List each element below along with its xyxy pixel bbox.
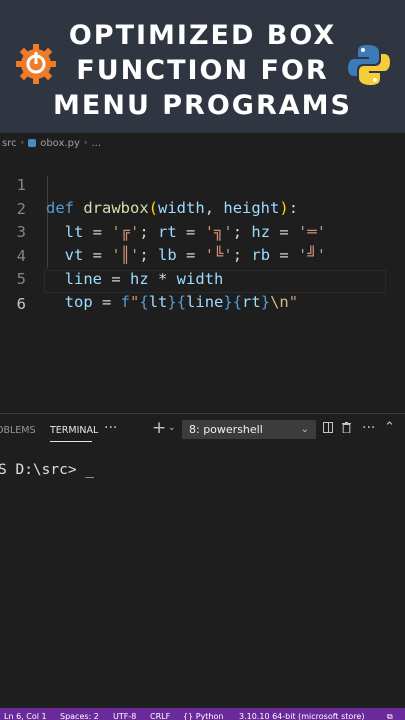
chevron-right-icon: › <box>20 138 25 148</box>
status-eol[interactable]: CRLF <box>150 711 170 720</box>
status-cursor-position[interactable]: Ln 6, Col 1 <box>4 711 47 720</box>
breadcrumb: src › obox.py › ... <box>0 133 405 153</box>
status-interpreter[interactable]: 3.10.10 64-bit (microsoft store) <box>239 711 364 720</box>
feedback-icon[interactable]: ⧉ <box>387 711 393 720</box>
terminal-select[interactable]: 8: powershell ⌄ <box>182 420 316 439</box>
chevron-down-icon: ⌄ <box>300 424 309 435</box>
panel-tab-bar: OBLEMS TERMINAL ··· + ⌄ 8: powershell ⌄ … <box>0 414 405 446</box>
python-file-icon <box>28 139 37 147</box>
tab-problems[interactable]: OBLEMS <box>0 425 36 436</box>
status-encoding[interactable]: UTF-8 <box>113 711 136 720</box>
python-logo-icon <box>348 45 390 85</box>
breadcrumb-file[interactable]: obox.py <box>40 138 80 149</box>
chevron-right-icon: › <box>83 138 88 148</box>
banner-title-line-2: FUNCTION FOR <box>76 55 329 86</box>
variable: line <box>186 293 224 311</box>
variable: rt <box>242 293 261 311</box>
code-line-3[interactable]: 3 vt = '║'; lb = '╚'; rb = '╝' <box>0 198 405 264</box>
more-actions-icon[interactable]: ··· <box>362 420 375 436</box>
terminal[interactable]: S D:\src> _ <box>0 446 405 708</box>
code-line-1[interactable]: 1 def drawbox(width, height): <box>0 151 405 217</box>
add-terminal-icon[interactable]: + <box>152 418 166 438</box>
terminal-prompt: S D:\src> _ <box>0 462 95 478</box>
escape-sequence: \n <box>270 293 289 311</box>
code-line-6[interactable]: 6 <box>0 270 405 313</box>
string-quote: " <box>130 293 140 311</box>
variable: top <box>64 293 93 311</box>
chevron-down-icon[interactable]: ⌄ <box>168 423 176 433</box>
variable: lt <box>148 293 168 311</box>
status-language[interactable]: {} Python <box>183 711 223 720</box>
banner-title-line-3: MENU PROGRAMS <box>53 90 352 121</box>
code-line-4[interactable]: 4 line = hz * width <box>0 222 405 288</box>
chevron-up-icon[interactable]: ⌃ <box>384 420 395 435</box>
line-number: 6 <box>16 295 26 313</box>
status-bar: Ln 6, Col 1 Spaces: 2 UTF-8 CRLF {} Pyth… <box>0 708 405 720</box>
breadcrumb-more[interactable]: ... <box>91 138 101 149</box>
more-tabs-icon[interactable]: ··· <box>104 420 117 436</box>
code-line-2[interactable]: 2 lt = '╔'; rt = '╗'; hz = '═' <box>0 175 405 241</box>
tab-terminal[interactable]: TERMINAL <box>50 425 98 436</box>
breadcrumb-folder[interactable]: src <box>2 138 17 149</box>
active-tab-indicator <box>50 441 92 442</box>
string-quote: " <box>288 293 299 311</box>
trash-icon[interactable] <box>342 422 351 433</box>
terminal-select-value: 8: powershell <box>189 423 263 436</box>
banner-title-line-1: OPTIMIZED BOX <box>68 20 337 51</box>
title-banner: OPTIMIZED BOX FUNCTION FOR MENU PROGRAMS <box>0 0 405 133</box>
fstring-prefix: f <box>120 293 131 311</box>
code-line-5[interactable]: 5 top = f"{lt}{line}{rt}\n" <box>0 245 405 311</box>
status-indentation[interactable]: Spaces: 2 <box>60 711 99 720</box>
split-terminal-icon[interactable] <box>323 422 333 433</box>
